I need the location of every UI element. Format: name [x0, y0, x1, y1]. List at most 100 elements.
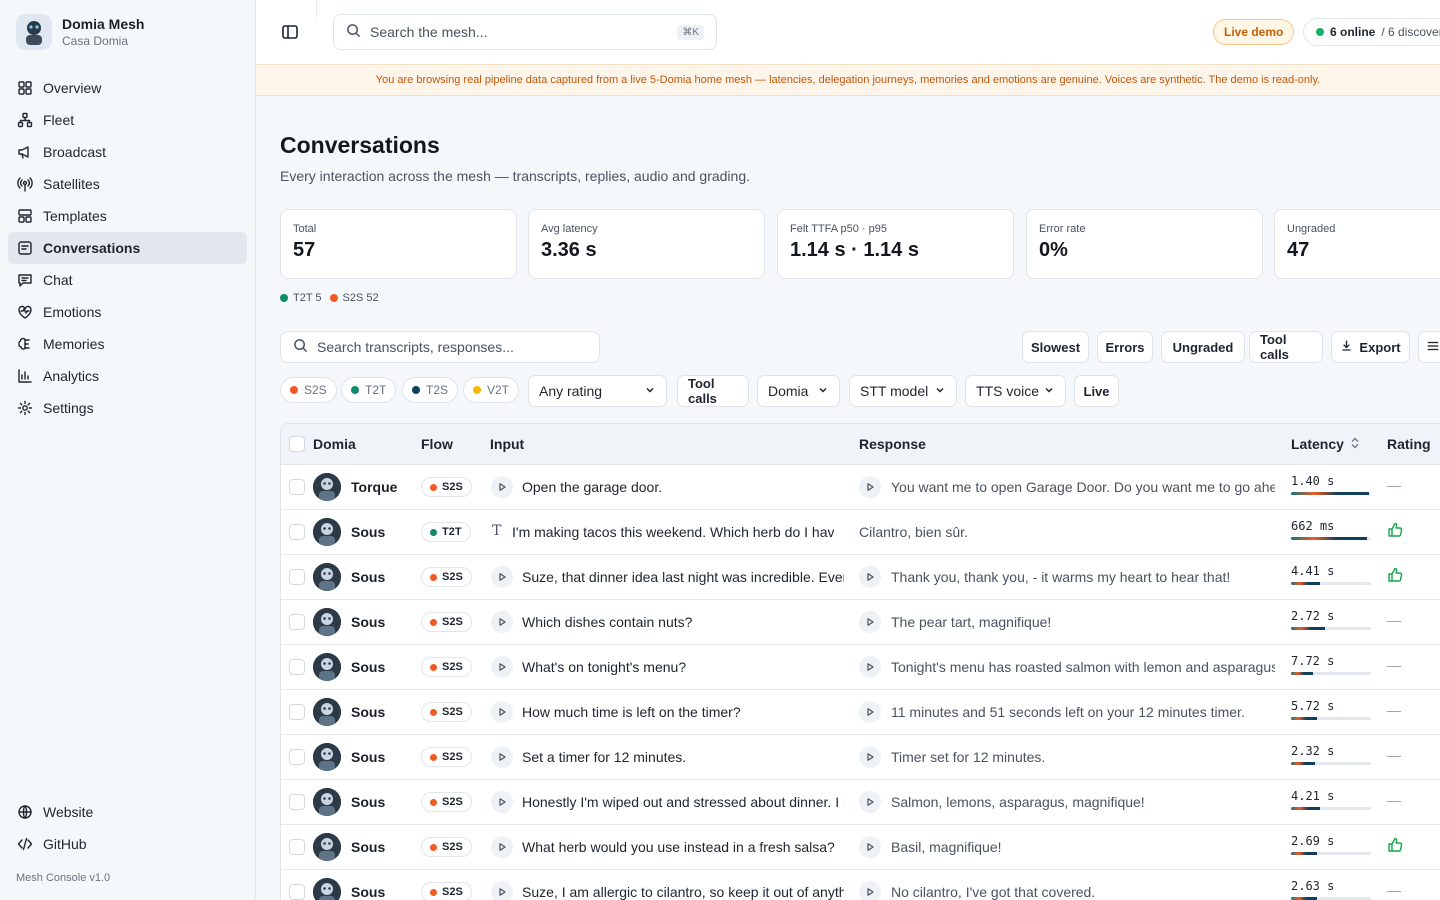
- play-response-icon[interactable]: [859, 566, 881, 588]
- table-row[interactable]: Sous S2S Suze, that dinner idea last night…: [281, 555, 1440, 600]
- latency-cell: 2.72 s: [1291, 609, 1371, 630]
- sidebar-item-settings[interactable]: Settings: [8, 392, 247, 424]
- play-input-icon[interactable]: [491, 836, 513, 858]
- live-button[interactable]: Live: [1074, 375, 1119, 407]
- play-response-icon[interactable]: [859, 656, 881, 678]
- row-checkbox[interactable]: [289, 659, 305, 675]
- play-response-icon[interactable]: [859, 611, 881, 633]
- brand-logo-icon: [16, 14, 52, 50]
- play-input-icon[interactable]: [491, 881, 513, 900]
- play-response-icon[interactable]: [859, 791, 881, 813]
- header-rating[interactable]: Rating: [1387, 436, 1431, 452]
- sidebar-toggle-icon[interactable]: [280, 22, 300, 42]
- play-input-icon[interactable]: [491, 476, 513, 498]
- play-input-icon[interactable]: [491, 701, 513, 723]
- table-row[interactable]: Sous S2S Suze, I am allergic to cilantro, …: [281, 870, 1440, 900]
- play-input-icon[interactable]: [491, 611, 513, 633]
- latency-cell: 4.41 s: [1291, 564, 1371, 585]
- row-checkbox[interactable]: [289, 569, 305, 585]
- rating-empty[interactable]: —: [1387, 612, 1405, 630]
- header-flow[interactable]: Flow: [421, 436, 453, 452]
- row-checkbox[interactable]: [289, 704, 305, 720]
- latency-cell: 662 ms: [1291, 519, 1371, 540]
- latency-value: 4.41 s: [1291, 564, 1335, 578]
- play-response-icon[interactable]: [859, 476, 881, 498]
- tts-voice-select[interactable]: TTS voice: [965, 375, 1066, 407]
- select-all-checkbox[interactable]: [289, 436, 305, 452]
- header-input[interactable]: Input: [490, 436, 524, 452]
- response-text: Tonight's menu has roasted salmon with l…: [891, 659, 1275, 675]
- row-checkbox[interactable]: [289, 614, 305, 630]
- sidebar-item-website[interactable]: Website: [8, 796, 247, 828]
- flow-filter-chip-t2t[interactable]: T2T: [341, 377, 397, 403]
- ungraded-button[interactable]: Ungraded: [1161, 331, 1245, 363]
- row-checkbox[interactable]: [289, 839, 305, 855]
- row-checkbox[interactable]: [289, 884, 305, 900]
- table-row[interactable]: Sous S2S Set a timer for 12 minutes. Timer …: [281, 735, 1440, 780]
- table-row[interactable]: Sous S2S How much time is left on the time…: [281, 690, 1440, 735]
- play-response-icon[interactable]: [859, 701, 881, 723]
- play-response-icon[interactable]: [859, 746, 881, 768]
- online-status[interactable]: 6 online / 6 discovered: [1303, 18, 1440, 46]
- row-checkbox[interactable]: [289, 524, 305, 540]
- conversations-table: Domia Flow Input Response Latency Rating…: [280, 423, 1440, 900]
- table-row[interactable]: Sous T2T T I'm making tacos this weekend. W…: [281, 510, 1440, 555]
- columns-button[interactable]: [1418, 331, 1440, 363]
- sidebar-item-chat[interactable]: Chat: [8, 264, 247, 296]
- errors-button[interactable]: Errors: [1097, 331, 1153, 363]
- export-button[interactable]: Export: [1331, 331, 1410, 363]
- table-row[interactable]: Sous S2S What herb would you use instead i…: [281, 825, 1440, 870]
- row-checkbox[interactable]: [289, 749, 305, 765]
- header-latency[interactable]: Latency: [1291, 436, 1360, 452]
- rating-empty[interactable]: —: [1387, 657, 1405, 675]
- avatar: [313, 788, 341, 816]
- header-response[interactable]: Response: [859, 436, 926, 452]
- sidebar-item-analytics[interactable]: Analytics: [8, 360, 247, 392]
- flow-filter-chip-s2s[interactable]: S2S: [280, 377, 337, 403]
- header-domia[interactable]: Domia: [313, 436, 356, 452]
- play-input-icon[interactable]: [491, 746, 513, 768]
- flow-filter-chip-v2t[interactable]: V2T: [463, 377, 520, 403]
- thumbs-up-icon[interactable]: [1387, 522, 1405, 540]
- play-response-icon[interactable]: [859, 836, 881, 858]
- input-text: Set a timer for 12 minutes.: [522, 749, 687, 765]
- sidebar-item-github[interactable]: GitHub: [8, 828, 247, 860]
- transcript-search-input[interactable]: Search transcripts, responses...: [280, 331, 600, 363]
- flow-filter-chip-t2s[interactable]: T2S: [402, 377, 459, 403]
- rating-select[interactable]: Any rating: [528, 375, 667, 407]
- rating-empty[interactable]: —: [1387, 747, 1405, 765]
- global-search-input[interactable]: Search the mesh... ⌘K: [333, 14, 717, 50]
- latency-bar: [1291, 627, 1371, 630]
- sidebar-item-conversations[interactable]: Conversations: [8, 232, 247, 264]
- sidebar-item-satellites[interactable]: Satellites: [8, 168, 247, 200]
- rating-empty[interactable]: —: [1387, 702, 1405, 720]
- sidebar-item-overview[interactable]: Overview: [8, 72, 247, 104]
- avatar: [313, 878, 341, 900]
- table-row[interactable]: Torque S2S Open the garage door. You want m…: [281, 465, 1440, 510]
- sidebar-item-templates[interactable]: Templates: [8, 200, 247, 232]
- rating-empty[interactable]: —: [1387, 882, 1405, 900]
- sidebar-item-memories[interactable]: Memories: [8, 328, 247, 360]
- thumbs-up-icon[interactable]: [1387, 837, 1405, 855]
- sidebar-item-fleet[interactable]: Fleet: [8, 104, 247, 136]
- tool-calls-button[interactable]: Tool calls: [1249, 331, 1323, 363]
- brand[interactable]: Domia Mesh Casa Domia: [16, 14, 144, 50]
- play-input-icon[interactable]: [491, 566, 513, 588]
- play-input-icon[interactable]: [491, 791, 513, 813]
- slowest-button[interactable]: Slowest: [1022, 331, 1089, 363]
- domia-select[interactable]: Domia: [757, 375, 840, 407]
- table-row[interactable]: Sous S2S What's on tonight's menu? Tonight'…: [281, 645, 1440, 690]
- stt-model-select[interactable]: STT model: [849, 375, 957, 407]
- table-row[interactable]: Sous S2S Honestly I'm wiped out and stress…: [281, 780, 1440, 825]
- rating-empty[interactable]: —: [1387, 792, 1405, 810]
- play-input-icon[interactable]: [491, 656, 513, 678]
- row-checkbox[interactable]: [289, 794, 305, 810]
- row-checkbox[interactable]: [289, 479, 305, 495]
- thumbs-up-icon[interactable]: [1387, 567, 1405, 585]
- play-response-icon[interactable]: [859, 881, 881, 900]
- tool-calls-filter-button[interactable]: Tool calls: [677, 375, 749, 407]
- sidebar-item-broadcast[interactable]: Broadcast: [8, 136, 247, 168]
- sidebar-item-emotions[interactable]: Emotions: [8, 296, 247, 328]
- rating-empty[interactable]: —: [1387, 477, 1405, 495]
- table-row[interactable]: Sous S2S Which dishes contain nuts? The pea…: [281, 600, 1440, 645]
